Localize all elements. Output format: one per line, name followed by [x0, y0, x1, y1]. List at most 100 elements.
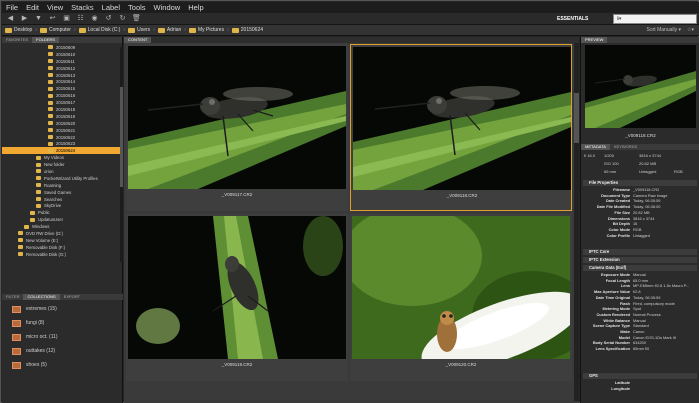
folder-tree-item[interactable]: 20150622 — [2, 134, 121, 141]
collection-item[interactable]: fungi (8) — [2, 316, 123, 330]
breadcrumb-item[interactable]: Computer — [40, 27, 71, 33]
collection-item[interactable]: extremes (15) — [2, 302, 123, 316]
folder-label: PocketWizard Utility Profiles — [44, 175, 98, 181]
folder-tree-item[interactable]: 20150617 — [2, 99, 121, 106]
breadcrumb-item[interactable]: Users — [128, 27, 150, 33]
folder-tree-item[interactable]: New folder — [2, 161, 121, 168]
content-scrollbar[interactable] — [574, 43, 579, 401]
section-file-properties[interactable]: File Properties — [583, 180, 697, 186]
folder-tree-item[interactable]: DVD RW Drive (D:) — [2, 230, 121, 237]
folder-tree-item[interactable]: 20150609 — [2, 44, 121, 51]
folder-tree-item[interactable]: orion — [2, 168, 121, 175]
folder-tree-item[interactable]: Roaming — [2, 182, 121, 189]
folder-tree-item[interactable]: 20150618 — [2, 106, 121, 113]
folder-tree-item[interactable]: New Volume (E:) — [2, 237, 121, 244]
open-in-camera-raw-icon[interactable]: ◉ — [89, 14, 100, 23]
folder-tree-item[interactable]: Removable Disk (G:) — [2, 251, 121, 258]
folder-scrollbar[interactable] — [120, 47, 123, 262]
scrollbar-thumb[interactable] — [574, 93, 579, 143]
return-icon[interactable]: ↩ — [47, 14, 58, 23]
rotate-left-icon[interactable]: ↺ — [103, 14, 114, 23]
collection-icon — [12, 319, 21, 327]
refine-icon[interactable]: ☷ — [75, 14, 86, 23]
section-iptc-extension[interactable]: IPTC Extension — [583, 257, 697, 263]
preview-image[interactable]: _V009118.CR2 — [585, 45, 696, 138]
rotate-right-icon[interactable]: ↻ — [117, 14, 128, 23]
tab-content[interactable]: CONTENT — [124, 37, 152, 43]
tab-collections[interactable]: COLLECTIONS — [23, 294, 60, 300]
forward-icon[interactable]: ▶ — [19, 14, 30, 23]
sort-menu[interactable]: Sort Manually ▾ — [647, 27, 681, 33]
tab-filter[interactable]: FILTER — [2, 294, 23, 300]
folder-tree-item[interactable]: Windows — [2, 223, 121, 230]
menu-item-edit[interactable]: Edit — [26, 3, 39, 12]
bottom-tab-bar: FILTER COLLECTIONS EXPORT — [2, 294, 123, 300]
folder-tree-item[interactable]: 20150619 — [2, 113, 121, 120]
folder-tree-item[interactable]: 20150616 — [2, 92, 121, 99]
folder-tree-item[interactable]: PocketWizard Utility Profiles — [2, 175, 121, 182]
back-icon[interactable]: ◀ — [5, 14, 16, 23]
folder-tree-item[interactable]: Removable Disk (F:) — [2, 244, 121, 251]
filter-menu[interactable]: ☆▾ — [687, 27, 694, 33]
folder-icon — [36, 162, 41, 167]
tab-favorites[interactable]: FAVORITES — [2, 37, 32, 43]
tab-metadata[interactable]: METADATA — [581, 144, 610, 150]
thumbnail-selected[interactable]: _V009118.CR2 — [350, 44, 572, 211]
menu-item-view[interactable]: View — [47, 3, 63, 12]
tab-keywords[interactable]: KEYWORDS — [610, 144, 641, 150]
collection-item[interactable]: shoes (5) — [2, 358, 123, 372]
menu-item-stacks[interactable]: Stacks — [71, 3, 94, 12]
bridge-window: File Edit View Stacks Label Tools Window Help ◀… — [0, 0, 699, 403]
menu-item-label[interactable]: Label — [102, 3, 120, 12]
collection-item[interactable]: micro oct. (11) — [2, 330, 123, 344]
scrollbar-thumb[interactable] — [120, 87, 123, 187]
breadcrumb-item[interactable]: Adrian — [157, 27, 181, 33]
collections-list: extremes (15) fungi (8) micro oct. (11) out… — [2, 302, 123, 372]
folder-tree-item[interactable]: Searches — [2, 196, 121, 203]
folder-tree-item[interactable]: 20150610 — [2, 51, 121, 58]
tab-export[interactable]: EXPORT — [60, 294, 84, 300]
folder-label: 20150624 — [56, 148, 76, 154]
section-iptc-core[interactable]: IPTC Core — [583, 249, 697, 255]
tab-preview[interactable]: PREVIEW — [581, 37, 608, 43]
folder-tree-item[interactable]: 20150621 — [2, 127, 121, 134]
folder-icon — [128, 27, 136, 33]
menu-item-window[interactable]: Window — [154, 3, 181, 12]
breadcrumb-item[interactable]: 20150624 — [231, 27, 263, 33]
collection-label: extremes (15) — [26, 306, 57, 312]
folder-tree-item[interactable]: 20150613 — [2, 72, 121, 79]
breadcrumb-item[interactable]: Desktop — [5, 27, 32, 33]
folder-tree-item[interactable]: 20150614 — [2, 78, 121, 85]
folder-tree-item[interactable]: My Videos — [2, 154, 121, 161]
menu-item-tools[interactable]: Tools — [128, 3, 146, 12]
workspace-switcher[interactable]: ESSENTIALS — [557, 16, 588, 22]
section-gps[interactable]: GPS — [583, 373, 697, 379]
folder-tree-item[interactable]: 20150620 — [2, 120, 121, 127]
breadcrumb-item[interactable]: My Pictures — [188, 27, 224, 33]
tab-folders[interactable]: FOLDERS — [32, 37, 60, 43]
thumbnail[interactable]: _V009119.CR2 — [126, 214, 348, 381]
folder-tree-item[interactable]: 20150615 — [2, 85, 121, 92]
folder-tree-item[interactable]: SkyDrive — [2, 202, 121, 209]
folder-tree-item[interactable]: Public — [2, 209, 121, 216]
thumbnail[interactable]: _V009120.CR2 — [350, 214, 572, 381]
folder-tree-item[interactable]: 20150611 — [2, 58, 121, 65]
folder-tree-item[interactable]: Saved Games — [2, 189, 121, 196]
breadcrumb-item[interactable]: Local Disk (C:) — [78, 27, 120, 33]
folder-tree-item[interactable]: 20150612 — [2, 65, 121, 72]
folder-label: SkyDrive — [44, 203, 62, 209]
menu-item-help[interactable]: Help — [188, 3, 203, 12]
collection-icon — [12, 305, 21, 313]
search-input[interactable]: ℹ▾ — [613, 14, 697, 24]
folder-tree-item[interactable]: 20150624 — [2, 147, 121, 155]
trash-icon[interactable]: 🗑 — [131, 14, 142, 23]
folder-tree-item[interactable]: UpdatusUser — [2, 216, 121, 223]
menu-item-file[interactable]: File — [6, 3, 18, 12]
thumbnail[interactable]: _V009117.CR2 — [126, 44, 348, 211]
recent-folder-icon[interactable]: ▼ — [33, 14, 44, 23]
folder-tree-item[interactable]: 20150623 — [2, 140, 121, 147]
collection-item[interactable]: outtakes (12) — [2, 344, 123, 358]
get-photos-icon[interactable]: ▣ — [61, 14, 72, 23]
thumbnail-caption: _V009120.CR2 — [445, 362, 477, 367]
section-camera-data[interactable]: Camera Data (Exif) — [583, 265, 697, 271]
